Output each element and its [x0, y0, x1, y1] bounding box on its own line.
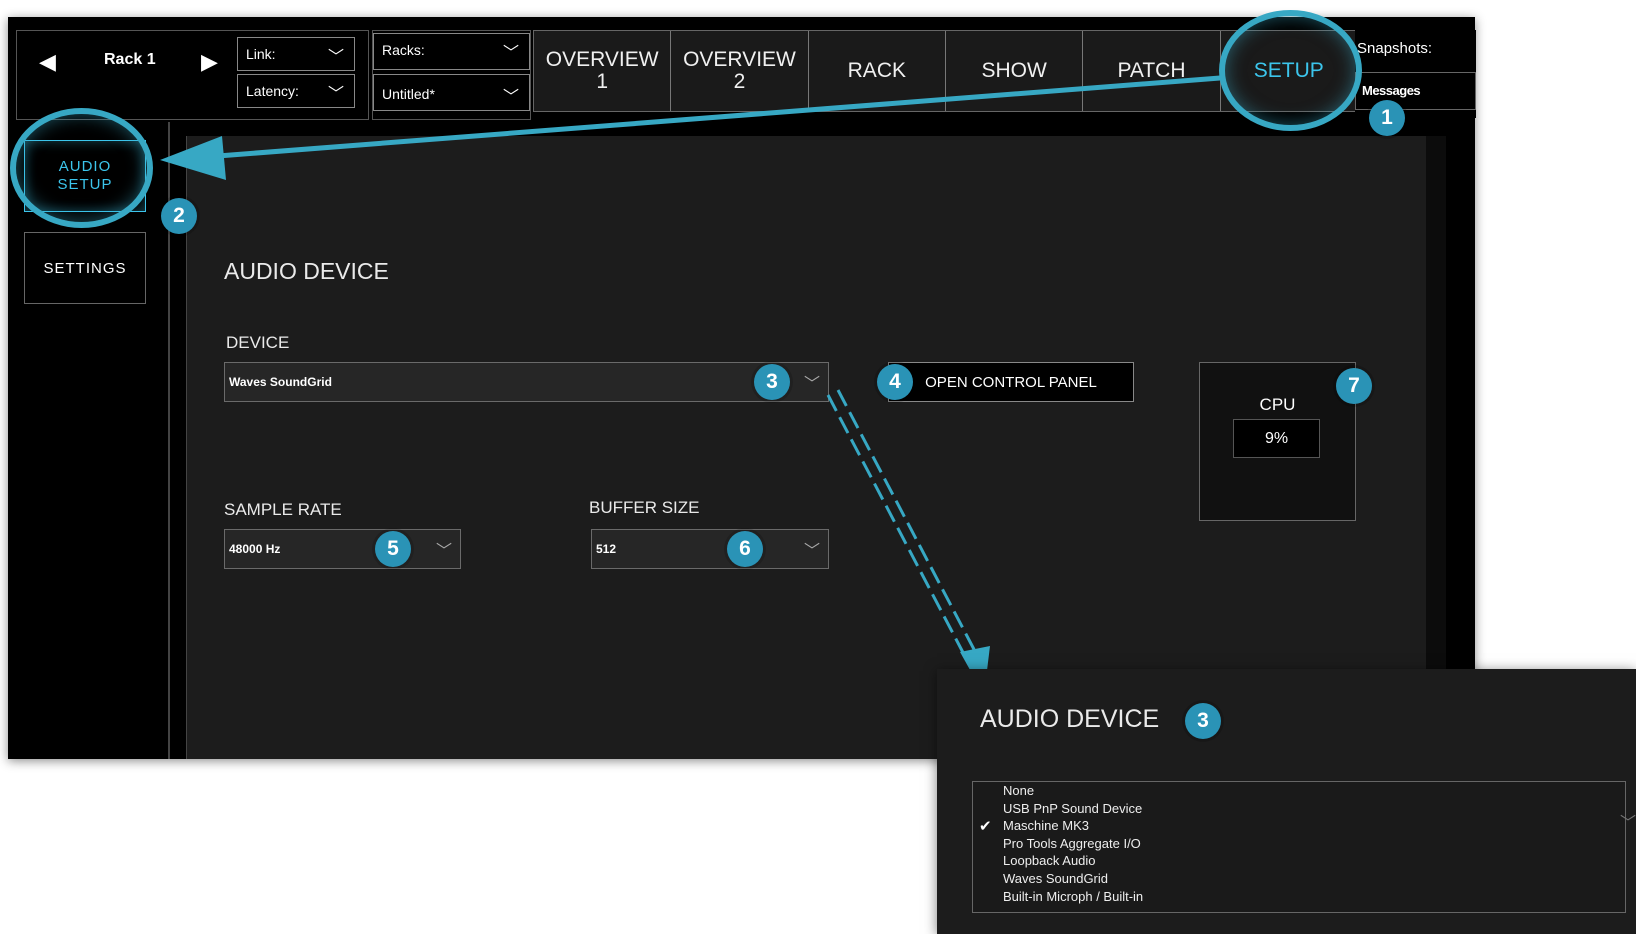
device-options-list: None USB PnP Sound Device ✔ Maschine MK3 …	[972, 781, 1626, 913]
racks-label: Racks:	[382, 42, 425, 58]
racks-select[interactable]: Racks: ﹀	[373, 33, 530, 70]
tab-show[interactable]: SHOW	[944, 31, 1082, 111]
step-badge-2: 2	[161, 198, 197, 234]
buffer-size-label: BUFFER SIZE	[589, 498, 700, 517]
chevron-down-icon: ﹀	[435, 543, 452, 560]
step-badge-3: 3	[754, 364, 790, 400]
step-badge-6: 6	[727, 531, 763, 567]
show-select[interactable]: Untitled* ﹀	[373, 74, 530, 111]
page-title: AUDIO DEVICE	[224, 258, 389, 284]
panel-scrollbar[interactable]	[1426, 136, 1446, 759]
chevron-down-icon: ﹀	[327, 86, 344, 103]
step-badge-7: 7	[1336, 368, 1372, 404]
open-control-panel-button[interactable]: OPEN CONTROL PANEL	[888, 362, 1134, 402]
tab-label: SHOW	[981, 59, 1047, 82]
rack-next-icon[interactable]: ▶	[201, 49, 218, 75]
buffer-size-value: 512	[596, 542, 617, 556]
link-select[interactable]: Link: ﹀	[237, 37, 355, 71]
checkmark-icon: ✔	[979, 818, 992, 836]
sample-rate-dropdown[interactable]: 48000 Hz ﹀	[224, 529, 461, 569]
latency-label: Latency:	[246, 83, 299, 99]
option-label: None	[1003, 783, 1035, 798]
racks-show-selector: Racks: ﹀ Untitled* ﹀	[372, 30, 531, 120]
list-item[interactable]: None	[973, 782, 1625, 800]
sidebar-item-label: SETTINGS	[43, 259, 127, 277]
chevron-down-icon: ﹀	[502, 45, 519, 62]
cpu-value: 9%	[1233, 419, 1320, 458]
buffer-size-dropdown[interactable]: 512 ﹀	[591, 529, 829, 569]
messages-box[interactable]: Messages	[1355, 72, 1476, 110]
sidebar-item-settings[interactable]: SETTINGS	[24, 232, 146, 304]
list-item[interactable]: Built-in Microph / Built-in	[973, 888, 1625, 906]
chevron-down-icon: ﹀	[502, 89, 519, 106]
chevron-down-icon: ﹀	[1619, 815, 1636, 832]
device-list-popup: AUDIO DEVICE 3 None USB PnP Sound Device…	[937, 669, 1636, 934]
sample-rate-value: 48000 Hz	[229, 542, 281, 556]
rack-name: Rack 1	[104, 51, 156, 68]
step-badge-3: 3	[1185, 703, 1221, 739]
list-item[interactable]: ✔ Maschine MK3	[973, 817, 1625, 835]
chevron-down-icon: ﹀	[803, 543, 820, 560]
device-dropdown[interactable]: Waves SoundGrid ﹀	[224, 362, 829, 402]
list-item[interactable]: Pro Tools Aggregate I/O	[973, 835, 1625, 853]
list-item[interactable]: Waves SoundGrid	[973, 870, 1625, 888]
option-label: Waves SoundGrid	[1003, 870, 1109, 886]
step-badge-5: 5	[375, 531, 411, 567]
list-item[interactable]: USB PnP Sound Device	[973, 800, 1625, 818]
option-label: USB PnP Sound Device	[1003, 800, 1143, 816]
link-label: Link:	[246, 46, 276, 62]
tab-label: RACK	[847, 59, 906, 82]
device-label: DEVICE	[226, 333, 290, 352]
chevron-down-icon: ﹀	[803, 376, 820, 393]
tab-patch[interactable]: PATCH	[1082, 31, 1219, 111]
list-item[interactable]: Loopback Audio	[973, 852, 1625, 870]
tab-label: 2	[733, 70, 746, 93]
tab-label: OVERVIEW	[683, 48, 796, 71]
sample-rate-label: SAMPLE RATE	[224, 500, 342, 519]
step-badge-1: 1	[1369, 100, 1405, 136]
rack-selector: ◀ Rack 1 ▶ Link: ﹀ Latency: ﹀	[16, 30, 369, 120]
audio-setup-highlight-ring	[10, 108, 153, 228]
tab-rack[interactable]: RACK	[807, 31, 945, 111]
option-label: Built-in Microph / Built-in	[1003, 888, 1144, 904]
tab-label: PATCH	[1117, 59, 1186, 82]
snapshots-label: Snapshots:	[1357, 40, 1433, 57]
rack-prev-icon[interactable]: ◀	[39, 49, 56, 75]
popup-heading: AUDIO DEVICE	[980, 705, 1160, 733]
tab-label: OVERVIEW	[545, 48, 659, 71]
tab-overview-1[interactable]: OVERVIEW 1	[534, 31, 670, 111]
show-name: Untitled*	[382, 86, 435, 102]
option-label: Maschine MK3	[1003, 818, 1089, 834]
tab-overview-2[interactable]: OVERVIEW 2	[670, 31, 807, 111]
option-label: Pro Tools Aggregate I/O	[1003, 835, 1141, 851]
cpu-label: CPU	[1259, 395, 1296, 414]
step-badge-4: 4	[877, 364, 913, 400]
device-value: Waves SoundGrid	[229, 375, 332, 389]
option-label: Loopback Audio	[1003, 853, 1096, 869]
tab-label: 1	[596, 70, 608, 93]
cpu-meter: CPU 9%	[1199, 362, 1356, 521]
setup-highlight-ring	[1219, 10, 1362, 131]
latency-select[interactable]: Latency: ﹀	[237, 74, 355, 108]
chevron-down-icon: ﹀	[327, 49, 344, 66]
